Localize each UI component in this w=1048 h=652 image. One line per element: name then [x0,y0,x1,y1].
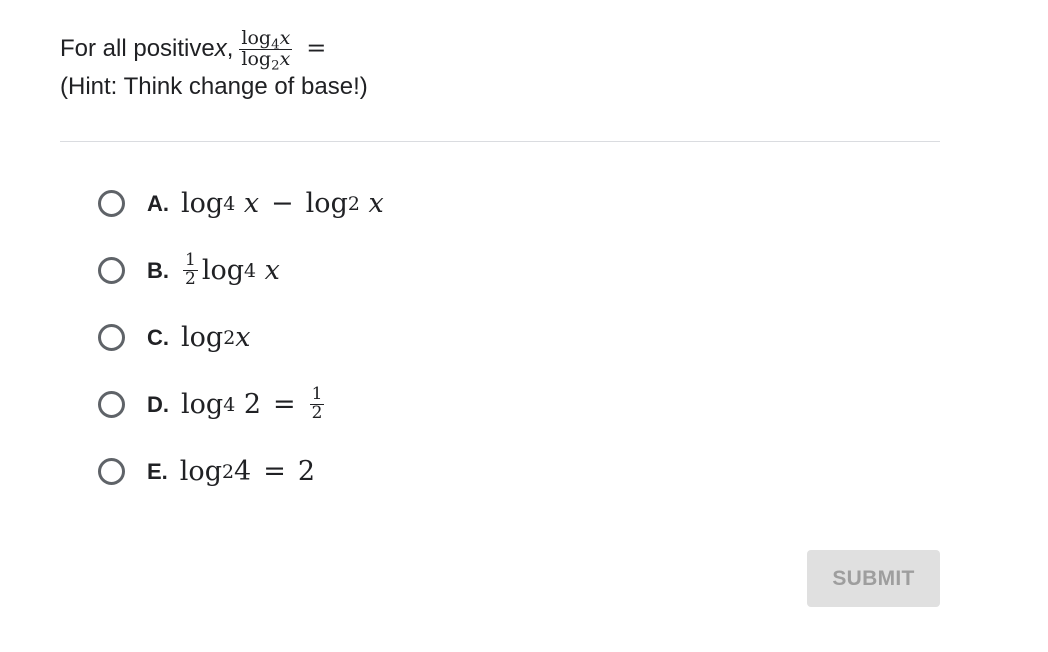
question-equals: = [306,34,327,63]
answer-options: A. log 4 x − log 2 x B. 1 2 log 4 x C. log 2… [96,170,384,505]
option-a-letter: A. [147,190,169,216]
option-c-expression: log 2 x [181,322,251,353]
option-d-expression: log 4 2 = 1 2 [181,384,325,423]
option-b-fraction: 1 2 [183,250,198,289]
option-a[interactable]: A. log 4 x − log 2 x [96,170,384,237]
option-d-letter: D. [147,391,169,417]
question-stem: For all positive x, log4x log2x = [60,24,368,74]
option-b[interactable]: B. 1 2 log 4 x [96,237,384,304]
option-c[interactable]: C. log 2 x [96,304,384,371]
divider [60,141,940,142]
option-d[interactable]: D. log 4 2 = 1 2 [96,371,384,438]
question-variable: x [214,35,227,63]
option-e-expression: log 2 4 = 2 [179,456,316,487]
option-a-radio[interactable] [98,190,125,217]
question-hint: (Hint: Think change of base!) [60,73,368,100]
option-d-radio[interactable] [98,391,125,418]
option-b-radio[interactable] [98,257,125,284]
submit-button[interactable]: SUBMIT [807,550,940,607]
option-d-fraction: 1 2 [309,384,325,423]
option-b-expression: 1 2 log 4 x [183,250,280,289]
option-e-letter: E. [147,458,168,484]
option-b-letter: B. [147,257,169,283]
question: For all positive x, log4x log2x = (Hint:… [60,24,368,104]
option-c-radio[interactable] [98,324,125,351]
fraction-numerator: log4x [239,26,293,53]
option-a-expression: log 4 x − log 2 x [181,188,384,219]
option-c-letter: C. [147,324,169,350]
question-comma: , [226,35,234,63]
option-e[interactable]: E. log 2 4 = 2 [96,438,384,505]
question-fraction: log4x log2x [239,26,293,74]
question-prefix: For all positive [60,35,215,63]
option-e-radio[interactable] [98,458,125,485]
fraction-denominator: log2x [241,47,291,74]
